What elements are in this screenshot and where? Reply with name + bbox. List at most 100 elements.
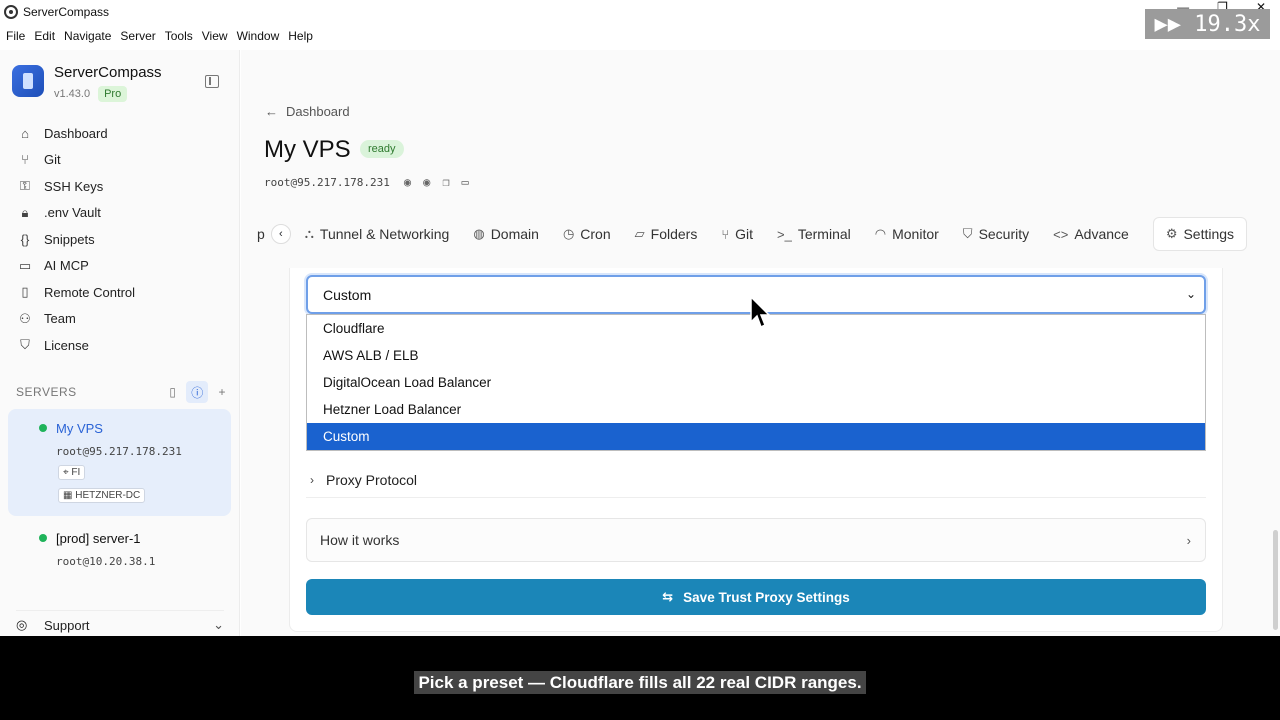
tab-domain[interactable]: ◍ Domain <box>473 226 539 242</box>
status-badge: ready <box>360 140 404 158</box>
eye-icon[interactable]: ◉ <box>404 175 411 189</box>
terminal-icon: >_ <box>777 226 792 242</box>
server-item-prod-server-1[interactable]: [prod] server-1 root@10.20.38.1 <box>8 525 231 585</box>
chevron-right-icon: › <box>310 472 314 487</box>
sidebar-item-env-vault[interactable]: 🔒︎ .env Vault <box>16 200 226 227</box>
menu-edit[interactable]: Edit <box>34 29 61 43</box>
status-dot <box>39 534 47 542</box>
git-icon: ⑂ <box>721 226 730 242</box>
arrow-left-icon: ← <box>265 104 278 119</box>
tab-tunnel-networking[interactable]: ⛬ Tunnel & Networking <box>305 226 450 242</box>
menu-navigate[interactable]: Navigate <box>64 29 117 43</box>
sidebar-item-dashboard[interactable]: ⌂ Dashboard <box>16 120 226 147</box>
sidebar-item-label: Git <box>44 152 61 168</box>
network-icon: ⛬ <box>304 226 314 241</box>
window-icon[interactable]: ▭ <box>462 175 469 189</box>
brand-name: ServerCompass <box>54 64 162 81</box>
user-icon: ⚇ <box>19 310 31 326</box>
tab-monitor[interactable]: ◠ Monitor <box>875 226 939 242</box>
option-aws-alb-elb[interactable]: AWS ALB / ELB <box>307 342 1205 369</box>
save-trust-proxy-button[interactable]: ⇆ Save Trust Proxy Settings <box>306 579 1206 615</box>
page-title: My VPS <box>264 136 351 163</box>
main-content: ← Dashboard My VPS ready root@95.217.178… <box>241 50 1280 636</box>
tab-bar: p ‹ ⛬ Tunnel & Networking ◍ Domain ◷ Cron ▱… <box>257 215 1280 253</box>
phone-icon[interactable]: ▯ <box>169 385 176 399</box>
option-digitalocean-lb[interactable]: DigitalOcean Load Balancer <box>307 369 1205 396</box>
shield-icon: ⛉ <box>962 226 973 241</box>
sidebar-nav: ⌂ Dashboard ⑂ Git ⚿ SSH Keys 🔒︎ .env Vault {… <box>16 120 226 359</box>
option-hetzner-lb[interactable]: Hetzner Load Balancer <box>307 396 1205 423</box>
tab-security[interactable]: ⛉ Security <box>963 226 1029 242</box>
tab-folders[interactable]: ▱ Folders <box>635 226 698 242</box>
lifebuoy-icon: ◎ <box>16 617 28 632</box>
preset-dropdown-list: Cloudflare AWS ALB / ELB DigitalOcean Lo… <box>306 314 1206 451</box>
lock-icon: 🔒︎ <box>21 204 29 220</box>
menu-server[interactable]: Server <box>120 29 161 43</box>
globe-icon: ◍ <box>473 226 485 241</box>
menu-window[interactable]: Window <box>237 29 286 43</box>
proxy-protocol-toggle[interactable]: › Proxy Protocol <box>306 462 1206 498</box>
option-custom[interactable]: Custom <box>307 423 1205 450</box>
tab-settings[interactable]: ⚙ Settings <box>1152 217 1248 251</box>
tab-cron[interactable]: ◷ Cron <box>563 226 611 242</box>
swap-icon: ⇆ <box>662 589 674 604</box>
chevron-right-icon: › <box>1186 532 1191 548</box>
copy-icon[interactable]: ❐ <box>442 175 449 189</box>
breadcrumb[interactable]: ← Dashboard <box>265 104 350 119</box>
servers-section-header: SERVERS ▯ ⓘ + <box>16 381 226 403</box>
key-icon: ⚿ <box>20 178 30 194</box>
how-it-works-accordion[interactable]: How it works › <box>306 518 1206 562</box>
support-menu[interactable]: ◎ Support ⌄ <box>16 610 224 633</box>
sidebar-item-label: Team <box>44 311 76 327</box>
app-version: v1.43.0 <box>54 88 91 100</box>
menu-tools[interactable]: Tools <box>165 29 199 43</box>
title-bar: ServerCompass — ❐ ✕ <box>0 0 1280 24</box>
breadcrumb-dashboard[interactable]: Dashboard <box>286 104 350 119</box>
selected-value: Custom <box>323 286 372 303</box>
tab-truncated[interactable]: p <box>257 226 265 242</box>
sidebar-item-ssh-keys[interactable]: ⚿ SSH Keys <box>16 173 226 200</box>
git-icon: ⑂ <box>21 152 29 168</box>
scrollbar[interactable] <box>1273 530 1278 630</box>
tab-git[interactable]: ⑂ Git <box>721 226 753 242</box>
status-dot <box>39 424 47 432</box>
sidebar-item-snippets[interactable]: {} Snippets <box>16 226 226 253</box>
gauge-icon: ◠ <box>874 226 887 241</box>
terminal-icon: ▭ <box>18 257 32 273</box>
sidebar-item-git[interactable]: ⑂ Git <box>16 147 226 174</box>
gear-icon: ⚙ <box>1165 226 1178 241</box>
home-icon: ⌂ <box>21 125 29 141</box>
info-icon[interactable]: ⓘ <box>186 381 209 403</box>
menu-help[interactable]: Help <box>288 29 319 43</box>
app-icon <box>4 5 18 19</box>
shield-icon: ⛉ <box>20 337 30 353</box>
brand: ServerCompass v1.43.0 Pro <box>12 64 162 102</box>
menu-view[interactable]: View <box>202 29 234 43</box>
sidebar-item-team[interactable]: ⚇ Team <box>16 306 226 333</box>
save-button-label: Save Trust Proxy Settings <box>683 589 850 605</box>
server-item-my-vps[interactable]: My VPS root@95.217.178.231 ⌖ FI ▦ HETZNE… <box>8 409 231 516</box>
menu-file[interactable]: File <box>6 29 31 43</box>
ssh-connection: root@95.217.178.231 ◉ ◉ ❐ ▭ <box>264 175 469 189</box>
plan-badge: Pro <box>98 86 128 102</box>
server-address: root@10.20.38.1 <box>56 555 156 568</box>
sidebar-item-license[interactable]: ⛉ License <box>16 332 226 359</box>
server-address: root@95.217.178.231 <box>56 445 182 458</box>
support-label: Support <box>44 617 90 633</box>
servers-heading: SERVERS <box>16 385 77 399</box>
tab-advance[interactable]: <> Advance <box>1053 226 1129 242</box>
eye-icon[interactable]: ◉ <box>423 175 430 189</box>
brand-logo-icon <box>12 65 44 97</box>
ssh-address: root@95.217.178.231 <box>264 175 390 189</box>
clock-icon: ◷ <box>562 226 575 241</box>
tab-terminal[interactable]: >_ Terminal <box>777 226 851 242</box>
chevron-left-icon[interactable]: ‹ <box>270 224 291 244</box>
sidebar-item-label: Remote Control <box>44 284 136 300</box>
sidebar-item-label: Snippets <box>44 231 95 247</box>
proxy-protocol-label: Proxy Protocol <box>326 471 418 488</box>
sidebar-collapse-icon[interactable] <box>205 75 219 88</box>
video-caption: Pick a preset — Cloudflare fills all 22 … <box>0 671 1280 694</box>
sidebar-item-remote-control[interactable]: ▯ Remote Control <box>16 279 226 306</box>
sidebar-item-ai-mcp[interactable]: ▭ AI MCP <box>16 253 226 280</box>
add-server-icon[interactable]: + <box>218 385 226 399</box>
